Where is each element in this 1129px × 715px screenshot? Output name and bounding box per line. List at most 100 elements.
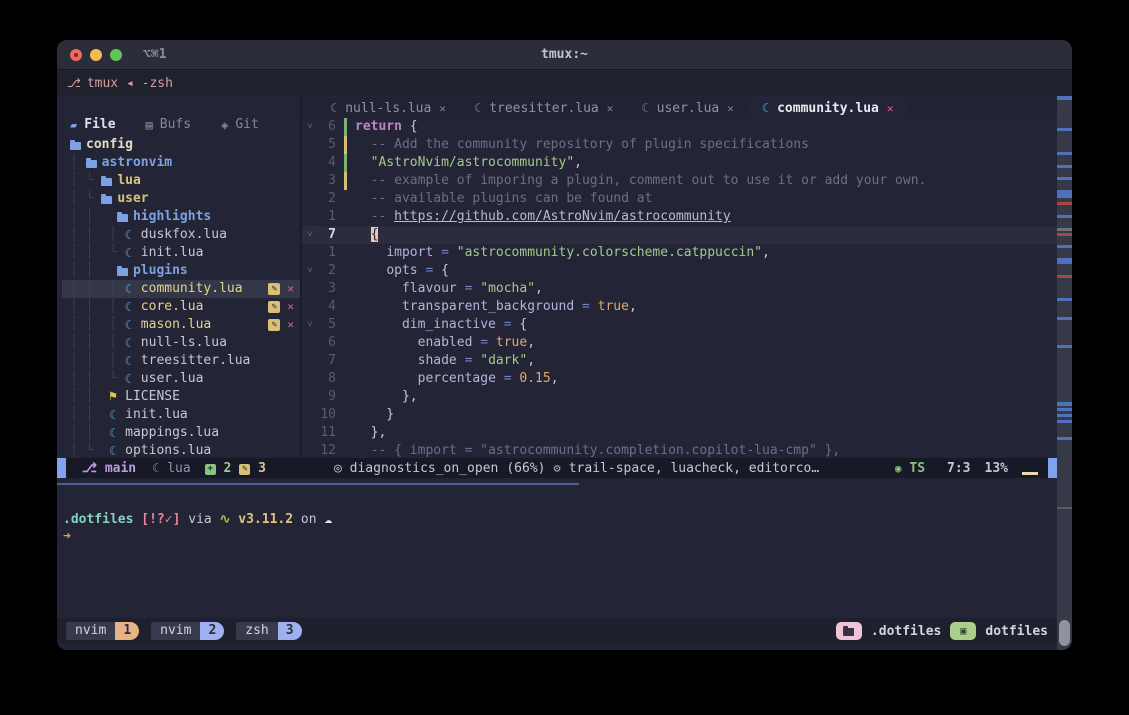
code-line: ˅4 "AstroNvim/astrocommunity", — [302, 154, 1057, 172]
git-branch[interactable]: ⎇ main — [82, 461, 136, 476]
close-tab-icon[interactable]: ✕ — [887, 102, 894, 115]
tree-row[interactable]: config✎✕ — [62, 136, 300, 154]
line-number: 3 — [318, 280, 344, 298]
tree-row[interactable]: │ │ └ ☾init.lua✎✕ — [62, 244, 300, 262]
code-text: -- example of imporing a plugin, comment… — [355, 172, 926, 190]
scrollbar-mark — [1057, 414, 1072, 417]
tree-row[interactable]: │ └ user✎✕ — [62, 190, 300, 208]
source-tab-label: Bufs — [160, 117, 191, 132]
line-number: 7 — [318, 226, 344, 244]
fold-chevron-icon[interactable]: ˅ — [302, 370, 318, 388]
neotree-source-tab[interactable]: ▤Bufs — [146, 117, 192, 132]
lsp-gear-icon: ⚙ — [554, 461, 561, 475]
fold-chevron-icon[interactable]: ˅ — [302, 172, 318, 190]
close-tab-icon[interactable]: ✕ — [727, 102, 734, 115]
tree-row[interactable]: │ │ │ ☾duskfox.lua✎✕ — [62, 226, 300, 244]
diagnostics-status: ◎ diagnostics_on_open — [334, 461, 498, 476]
tree-row[interactable]: │ │ │ ☾treesitter.lua✎✕ — [62, 352, 300, 370]
line-number: 5 — [318, 136, 344, 154]
neotree-source-tab[interactable]: ▰File — [70, 117, 116, 132]
close-buffer-icon[interactable]: ✕ — [287, 316, 294, 334]
close-tab-icon[interactable]: ✕ — [439, 102, 446, 115]
tree-item-label: treesitter.lua — [141, 352, 251, 370]
fold-chevron-icon[interactable]: ˅ — [302, 226, 318, 244]
fold-chevron-icon[interactable]: ˅ — [302, 118, 318, 136]
code-text: }, — [355, 424, 386, 442]
fold-chevron-icon[interactable]: ˅ — [302, 388, 318, 406]
mode-indicator-right — [1048, 458, 1057, 478]
tree-item-badges: ✎✕ — [268, 280, 300, 298]
fold-chevron-icon[interactable]: ˅ — [302, 424, 318, 442]
fold-chevron-icon[interactable]: ˅ — [302, 262, 318, 280]
fold-chevron-icon[interactable]: ˅ — [302, 190, 318, 208]
neotree-source-tab[interactable]: ◈Git — [221, 117, 259, 132]
tmux-window-tab[interactable]: zsh3 — [236, 622, 301, 640]
tree-guides: │ └ — [70, 190, 101, 208]
buffer-tab[interactable]: ☾null-ls.lua✕ — [316, 98, 460, 118]
fold-chevron-icon[interactable]: ˅ — [302, 136, 318, 154]
fold-chevron-icon[interactable]: ˅ — [302, 442, 318, 458]
fold-chevron-icon[interactable]: ˅ — [302, 298, 318, 316]
tree-row[interactable]: │ │ │ ☾mason.lua✎✕ — [62, 316, 300, 334]
fold-chevron-icon[interactable]: ˅ — [302, 352, 318, 370]
tree-row[interactable]: │ astronvim✎✕ — [62, 154, 300, 172]
fold-chevron-icon[interactable]: ˅ — [302, 280, 318, 298]
code-text: -- available plugins can be found at — [355, 190, 652, 208]
gitsign-bar — [344, 388, 347, 406]
tree-row[interactable]: │ └ lua✎✕ — [62, 172, 300, 190]
prompt-arrow[interactable]: ➜ — [63, 529, 71, 544]
code-text: opts = { — [355, 262, 449, 280]
close-buffer-icon[interactable]: ✕ — [287, 280, 294, 298]
tree-item-badges: ✎✕ — [268, 316, 300, 334]
code-text: -- Add the community repository of plugi… — [355, 136, 809, 154]
cloud-icon: ☁ — [324, 512, 332, 527]
tree-row[interactable]: │ │ └ ☾user.lua✎✕ — [62, 370, 300, 388]
code-line: ˅9 }, — [302, 388, 1057, 406]
file-type-icon — [101, 194, 116, 204]
scrollbar-track[interactable] — [1057, 96, 1072, 650]
editor-code-area[interactable]: ˅6return {˅5 -- Add the community reposi… — [302, 118, 1057, 458]
code-line: ˅5 -- Add the community repository of pl… — [302, 136, 1057, 154]
close-tab-icon[interactable]: ✕ — [607, 102, 614, 115]
scrollbar-mark — [1057, 228, 1072, 231]
buffer-tab[interactable]: ☾community.lua✕ — [748, 98, 908, 118]
fold-chevron-icon[interactable]: ˅ — [302, 244, 318, 262]
tree-item-label: init.lua — [125, 406, 188, 424]
tree-item-label: options.lua — [125, 442, 211, 458]
tree-row[interactable]: │ │ │ ☾core.lua✎✕ — [62, 298, 300, 316]
buffer-tab[interactable]: ☾treesitter.lua✕ — [460, 98, 627, 118]
filetype-label: lua — [167, 461, 190, 476]
session-pill: ▣ — [950, 622, 976, 640]
fold-chevron-icon[interactable]: ˅ — [302, 154, 318, 172]
scroll-underscore-indicator — [1022, 472, 1038, 475]
tree-row[interactable]: │ │ plugins✎✕ — [62, 262, 300, 280]
tree-row[interactable]: │ │ ⚑LICENSE✎✕ — [62, 388, 300, 406]
tmux-window-tab[interactable]: nvim1 — [66, 622, 139, 640]
tree-guides: │ │ │ — [70, 334, 125, 352]
tmux-window-tab[interactable]: nvim2 — [151, 622, 224, 640]
lua-file-icon: ☾ — [762, 101, 769, 115]
line-number: 3 — [318, 172, 344, 190]
scrollbar-mark — [1057, 190, 1072, 198]
fold-chevron-icon[interactable]: ˅ — [302, 334, 318, 352]
scrollbar-thumb[interactable] — [1059, 620, 1070, 646]
tree-row[interactable]: │ │ │ ☾null-ls.lua✎✕ — [62, 334, 300, 352]
git-modified-count: ✎ 3 — [239, 461, 266, 476]
file-type-icon: ☾ — [125, 226, 140, 244]
titlebar: ⌥⌘1 tmux:~ — [57, 40, 1072, 70]
file-type-icon: ☾ — [109, 406, 124, 424]
fold-chevron-icon[interactable]: ˅ — [302, 406, 318, 424]
line-number: 6 — [318, 334, 344, 352]
tree-row[interactable]: │ │ │ ☾community.lua✎✕ — [62, 280, 300, 298]
fold-chevron-icon[interactable]: ˅ — [302, 208, 318, 226]
tree-row[interactable]: │ │ highlights✎✕ — [62, 208, 300, 226]
tree-row[interactable]: │ └ ☾options.lua✎✕ — [62, 442, 300, 458]
scrollbar-mark — [1057, 152, 1072, 155]
code-text: percentage = 0.15, — [355, 370, 559, 388]
fold-chevron-icon[interactable]: ˅ — [302, 316, 318, 334]
tree-row[interactable]: │ │ ☾mappings.lua✎✕ — [62, 424, 300, 442]
tree-row[interactable]: │ │ ☾init.lua✎✕ — [62, 406, 300, 424]
statusline: ⎇ main ☾ lua + 2 ✎ 3 ◎ diagnostics_on_op… — [57, 458, 1057, 478]
buffer-tab[interactable]: ☾user.lua✕ — [627, 98, 747, 118]
close-buffer-icon[interactable]: ✕ — [287, 298, 294, 316]
